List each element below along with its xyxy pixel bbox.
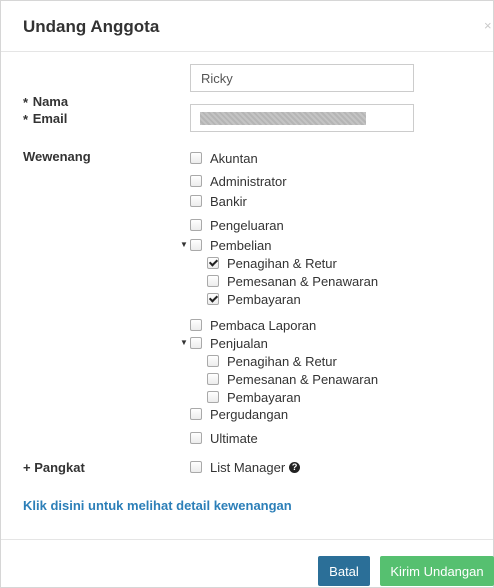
permission-label: Pengeluaran (210, 217, 284, 233)
email-input[interactable] (190, 104, 414, 132)
permission-subitem[interactable]: Pembayaran (207, 388, 301, 406)
permission-checkbox[interactable] (190, 319, 202, 331)
permission-subitem[interactable]: Pemesanan & Penawaran (207, 370, 378, 388)
permission-label: Penjualan (210, 335, 268, 351)
close-icon[interactable]: × (484, 18, 492, 33)
permission-detail-link[interactable]: Klik disini untuk melihat detail kewenan… (23, 498, 292, 513)
permission-item[interactable]: Pembaca Laporan (190, 316, 316, 334)
permission-checkbox[interactable] (190, 219, 202, 231)
permission-item[interactable]: Bankir (190, 192, 247, 210)
permission-checkbox[interactable] (190, 175, 202, 187)
permission-subitem-checkbox[interactable] (207, 275, 219, 287)
permission-item[interactable]: Ultimate (190, 429, 258, 447)
permission-subitem-label: Pembayaran (227, 291, 301, 307)
permission-subitem-checkbox[interactable] (207, 373, 219, 385)
permission-subitem-label: Pemesanan & Penawaran (227, 371, 379, 387)
list-manager-label: List Manager (210, 459, 286, 475)
permission-subitem-label: Penagihan & Retur (227, 353, 337, 369)
permission-checkbox[interactable] (190, 239, 202, 251)
permission-subitem-checkbox[interactable] (207, 391, 219, 403)
permissions-label: Wewenang (23, 149, 91, 164)
permission-subitem-checkbox[interactable] (207, 257, 219, 269)
permission-checkbox[interactable] (190, 432, 202, 444)
required-mark: * (23, 95, 29, 110)
permission-label: Administrator (210, 173, 287, 189)
permission-label: Pembelian (210, 237, 272, 253)
rank-label: + Pangkat (23, 460, 85, 475)
email-redacted-value (200, 112, 366, 125)
rank-option-list-manager[interactable]: List Manager ? (190, 458, 301, 476)
required-mark: * (23, 112, 29, 127)
permission-checkbox[interactable] (190, 408, 202, 420)
send-invite-button[interactable]: Kirim Undangan (380, 556, 494, 586)
cancel-button[interactable]: Batal (318, 556, 370, 586)
permission-item[interactable]: Pergudangan (190, 405, 288, 423)
permission-label: Pergudangan (210, 406, 289, 422)
permission-subitem[interactable]: Penagihan & Retur (207, 254, 337, 272)
invite-member-modal: Undang Anggota × * Nama Ricky * Email We… (0, 0, 494, 588)
permission-subitem-checkbox[interactable] (207, 293, 219, 305)
permission-subitem[interactable]: Penagihan & Retur (207, 352, 337, 370)
permission-subitem[interactable]: Pemesanan & Penawaran (207, 272, 378, 290)
permission-label: Ultimate (210, 430, 258, 446)
permission-label: Bankir (210, 193, 247, 209)
permission-item[interactable]: Pembelian (190, 236, 271, 254)
footer-divider (1, 539, 493, 540)
email-label: * Email (23, 111, 68, 127)
name-label-text: Nama (32, 94, 69, 109)
permission-checkbox[interactable] (190, 152, 202, 164)
permission-label: Akuntan (210, 150, 258, 166)
permission-label: Pembaca Laporan (210, 317, 317, 333)
permission-checkbox[interactable] (190, 337, 202, 349)
name-input[interactable]: Ricky (190, 64, 414, 92)
list-manager-checkbox[interactable] (190, 461, 202, 473)
permission-item[interactable]: Administrator (190, 172, 287, 190)
permission-subitem-label: Pembayaran (227, 389, 301, 405)
modal-title: Undang Anggota (23, 17, 160, 36)
permission-item[interactable]: Penjualan (190, 334, 268, 352)
name-label: * Nama (23, 94, 69, 110)
permission-item[interactable]: Akuntan (190, 149, 258, 167)
permission-item[interactable]: Pengeluaran (190, 216, 284, 234)
header-divider (1, 51, 493, 52)
permission-subitem-checkbox[interactable] (207, 355, 219, 367)
caret-down-icon[interactable]: ▼ (180, 240, 188, 249)
question-circle-icon[interactable]: ? (289, 461, 301, 473)
permission-subitem-label: Penagihan & Retur (227, 255, 337, 271)
email-label-text: Email (32, 111, 68, 126)
caret-down-icon[interactable]: ▼ (180, 338, 188, 347)
permission-subitem-label: Pemesanan & Penawaran (227, 273, 379, 289)
permission-checkbox[interactable] (190, 195, 202, 207)
permission-subitem[interactable]: Pembayaran (207, 290, 301, 308)
